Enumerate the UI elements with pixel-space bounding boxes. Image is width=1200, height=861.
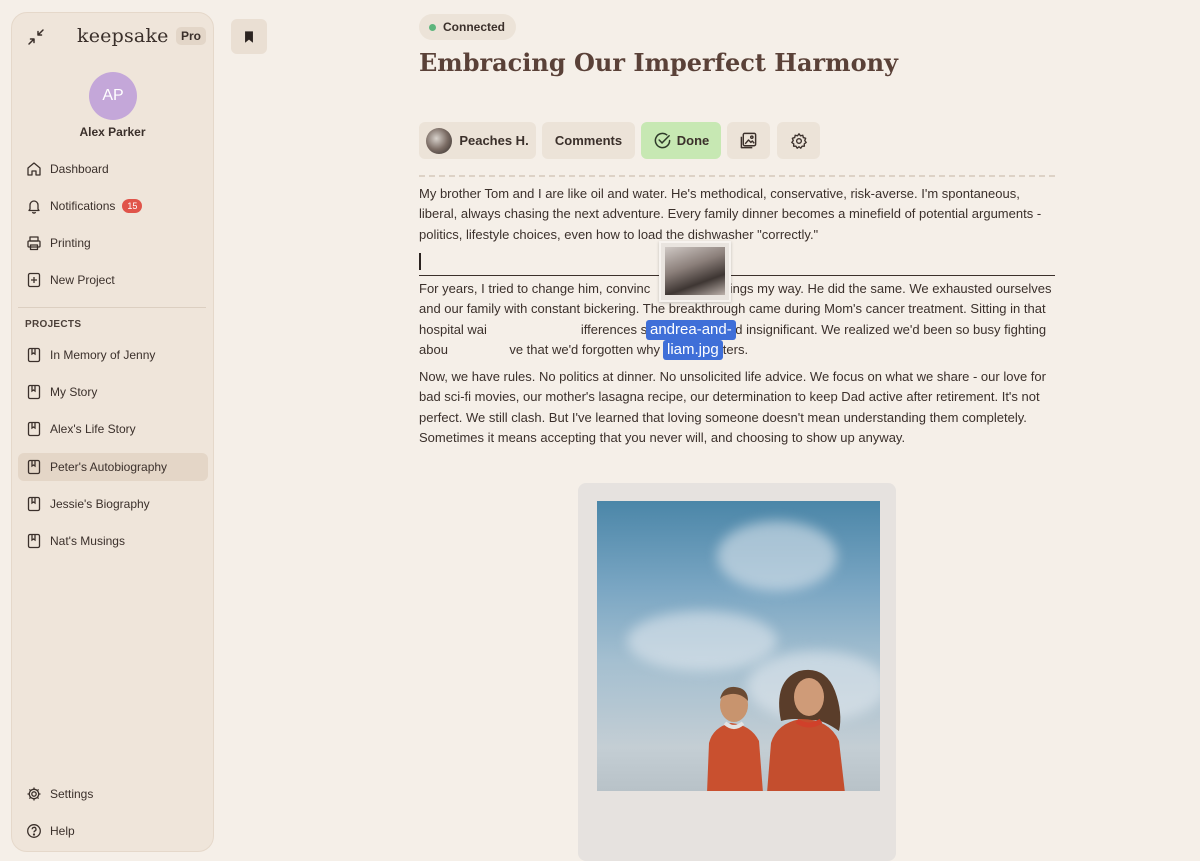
text-cursor (419, 253, 421, 270)
user-name: Alex Parker (79, 125, 146, 139)
polaroid-photo[interactable] (578, 483, 896, 861)
project-label: Peter's Autobiography (50, 460, 168, 474)
image-icon (740, 132, 757, 149)
status-dot (429, 23, 436, 31)
nav-label: Dashboard (50, 162, 109, 176)
nav-label: Help (50, 824, 75, 838)
book-icon (27, 347, 41, 363)
done-button[interactable]: Done (641, 122, 721, 159)
dragged-image-thumbnail (665, 247, 725, 295)
book-icon (27, 384, 41, 400)
project-item-active[interactable]: Peter's Autobiography (18, 453, 208, 481)
author-button[interactable]: Peaches H. (419, 122, 536, 159)
home-icon (27, 162, 41, 176)
project-item[interactable]: Nat's Musings (18, 527, 208, 555)
book-icon (27, 533, 41, 549)
toolbar-divider (419, 175, 1055, 177)
project-item[interactable]: In Memory of Jenny (18, 341, 208, 369)
gear-icon (27, 787, 41, 801)
project-item[interactable]: My Story (18, 378, 208, 406)
bookmark-icon (245, 30, 253, 43)
paragraph[interactable]: Now, we have rules. No politics at dinne… (419, 367, 1059, 448)
sidebar: keepsake Pro AP Alex Parker Dashboard No… (11, 12, 214, 852)
check-circle-icon (654, 132, 671, 149)
image-gallery-button[interactable] (727, 122, 770, 159)
collapse-sidebar-icon[interactable] (26, 27, 46, 47)
nav-label: Printing (50, 236, 91, 250)
done-label: Done (676, 133, 710, 148)
bell-icon (28, 200, 40, 214)
plan-badge: Pro (176, 27, 207, 45)
nav-notifications[interactable]: Notifications 15 (18, 192, 208, 220)
projects-heading: PROJECTS (25, 319, 82, 330)
book-icon (27, 459, 41, 475)
project-item[interactable]: Jessie's Biography (18, 490, 208, 518)
project-label: My Story (50, 385, 98, 399)
status-label: Connected (443, 20, 506, 34)
avatar[interactable]: AP (89, 72, 137, 120)
project-label: In Memory of Jenny (50, 348, 156, 362)
nav-label: Settings (50, 787, 94, 801)
nav-settings[interactable]: Settings (18, 780, 208, 808)
author-avatar (426, 127, 453, 154)
nav-printing[interactable]: Printing (18, 229, 208, 257)
nav-help[interactable]: Help (18, 817, 208, 845)
project-label: Nat's Musings (50, 534, 125, 548)
photo-image (597, 501, 880, 791)
dragged-file-name-line2: liam.jpg (663, 340, 723, 360)
brand-logo: keepsake (77, 25, 169, 47)
nav-label: New Project (50, 273, 115, 287)
nav-label: Notifications (50, 199, 116, 213)
document-settings-button[interactable] (777, 122, 820, 159)
gear-icon (790, 132, 807, 149)
paragraph[interactable]: For years, I tried to change him, convin… (419, 279, 1059, 360)
paragraph[interactable]: My brother Tom and I are like oil and wa… (419, 184, 1059, 245)
project-item[interactable]: Alex's Life Story (18, 415, 208, 443)
nav-new-project[interactable]: New Project (18, 266, 208, 294)
project-label: Jessie's Biography (50, 497, 150, 511)
dragged-image-preview[interactable] (659, 241, 731, 302)
help-icon (27, 824, 41, 838)
bookmark-button[interactable] (231, 19, 267, 54)
notification-count-badge: 15 (122, 199, 143, 213)
person-right (767, 669, 845, 791)
book-icon (27, 496, 41, 512)
document-title[interactable]: Embracing Our Imperfect Harmony (419, 48, 898, 77)
comments-button[interactable]: Comments (542, 122, 635, 159)
plus-square-icon (27, 272, 41, 288)
book-icon (27, 421, 41, 437)
sidebar-divider (18, 307, 206, 308)
nav-dashboard[interactable]: Dashboard (18, 155, 208, 183)
project-label: Alex's Life Story (50, 422, 136, 436)
connection-status: Connected (419, 14, 517, 40)
author-name: Peaches H. (459, 133, 529, 148)
drop-indicator-line (419, 275, 1055, 276)
dragged-file-name-line1: andrea-and- (646, 320, 736, 340)
printer-icon (27, 236, 41, 251)
